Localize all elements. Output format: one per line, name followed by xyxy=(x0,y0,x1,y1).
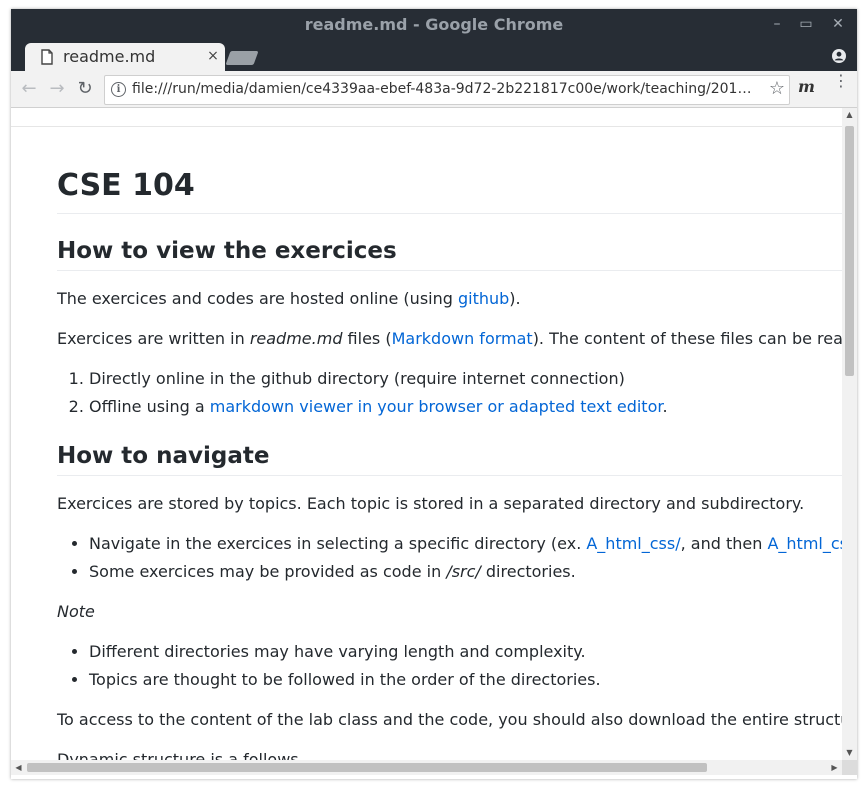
paragraph-hosting: The exercices and codes are hosted onlin… xyxy=(57,287,842,311)
tab-close-icon[interactable]: × xyxy=(205,48,221,64)
menu-icon[interactable]: ⋮ xyxy=(833,73,849,89)
star-icon[interactable]: ☆ xyxy=(769,78,785,99)
markdown-body: CSE 104 How to view the exercices The ex… xyxy=(57,168,842,760)
html-css-link[interactable]: A_html_css/ xyxy=(586,534,680,553)
note-label: Note xyxy=(57,600,842,624)
tab-readme[interactable]: readme.md × xyxy=(25,43,225,71)
minimize-button[interactable]: – xyxy=(768,15,786,33)
url-text[interactable]: file:///run/media/damien/ce4339aa-ebef-4… xyxy=(132,81,757,97)
new-tab-button[interactable] xyxy=(225,51,259,65)
text: The exercices and codes are hosted onlin… xyxy=(57,289,458,308)
forward-button[interactable]: → xyxy=(47,79,67,99)
markdown-format-link[interactable]: Markdown format xyxy=(392,329,533,348)
text: . xyxy=(662,397,668,416)
text: Navigate in the exercices in selecting a… xyxy=(89,534,587,553)
scroll-right-icon[interactable]: ▶ xyxy=(827,763,842,772)
divider xyxy=(11,126,842,127)
list-item: Directly online in the github directory … xyxy=(89,367,842,391)
maximize-button[interactable]: ▭ xyxy=(797,15,815,33)
vertical-scroll-thumb[interactable] xyxy=(845,126,854,376)
horizontal-scrollbar[interactable]: ◀ ▶ xyxy=(11,760,842,775)
text: , and then xyxy=(680,534,768,553)
browser-toolbar: ← → ↻ i file:///run/media/damien/ce4339a… xyxy=(11,71,857,108)
bullet-list: Navigate in the exercices in selecting a… xyxy=(57,532,842,584)
text: files ( xyxy=(342,329,392,348)
ordered-list: Directly online in the github directory … xyxy=(57,367,842,419)
scrollbar-corner xyxy=(842,760,857,775)
profile-icon[interactable] xyxy=(831,48,847,68)
browser-window: readme.md - Google Chrome – ▭ ✕ readme.m… xyxy=(11,9,857,779)
list-item: Navigate in the exercices in selecting a… xyxy=(89,532,842,556)
tab-title: readme.md xyxy=(63,47,156,66)
horizontal-scroll-thumb[interactable] xyxy=(27,763,707,772)
list-item: Some exercices may be provided as code i… xyxy=(89,560,842,584)
emphasis: readme.md xyxy=(249,329,343,348)
file-icon xyxy=(41,49,53,69)
page-title: CSE 104 xyxy=(57,168,842,214)
list-item: Offline using a markdown viewer in your … xyxy=(89,395,842,419)
vertical-scrollbar[interactable]: ▲ ▼ xyxy=(842,108,857,760)
note-list: Different directories may have varying l… xyxy=(57,640,842,692)
scroll-left-icon[interactable]: ◀ xyxy=(11,763,26,772)
window-title: readme.md - Google Chrome xyxy=(304,15,564,34)
back-button[interactable]: ← xyxy=(19,79,39,99)
markdown-extension-icon[interactable]: m xyxy=(798,77,815,96)
page-content: CSE 104 How to view the exercices The ex… xyxy=(11,108,842,760)
section-heading-navigate: How to navigate xyxy=(57,443,842,476)
paragraph-cut: Dynamic structure is a follows xyxy=(57,750,299,760)
emphasis: Note xyxy=(57,602,95,621)
list-item: Different directories may have varying l… xyxy=(89,640,842,664)
markdown-viewer-link[interactable]: markdown viewer in your browser or adapt… xyxy=(210,397,663,416)
paragraph-format: Exercices are written in readme.md files… xyxy=(57,327,842,351)
paragraph-access: To access to the content of the lab clas… xyxy=(57,710,842,729)
title-bar: readme.md - Google Chrome – ▭ ✕ readme.m… xyxy=(11,9,857,71)
section-heading-view: How to view the exercices xyxy=(57,238,842,271)
close-window-button[interactable]: ✕ xyxy=(829,15,847,33)
reload-button[interactable]: ↻ xyxy=(75,79,95,99)
list-item: Topics are thought to be followed in the… xyxy=(89,668,842,692)
text: Exercices are written in xyxy=(57,329,250,348)
emphasis: /src/ xyxy=(446,562,481,581)
info-icon[interactable]: i xyxy=(111,82,126,97)
scroll-up-icon[interactable]: ▲ xyxy=(842,110,857,119)
text: ). The content of these files can be rea… xyxy=(532,329,842,348)
text: ). xyxy=(509,289,521,308)
github-link[interactable]: github xyxy=(458,289,509,308)
text: directories. xyxy=(480,562,576,581)
address-bar[interactable]: i file:///run/media/damien/ce4339aa-ebef… xyxy=(104,75,790,105)
text: Some exercices may be provided as code i… xyxy=(89,562,447,581)
text: Offline using a xyxy=(89,397,210,416)
html-css-01-link[interactable]: A_html_css/01_html xyxy=(767,534,842,553)
scroll-down-icon[interactable]: ▼ xyxy=(842,748,857,757)
paragraph-topics: Exercices are stored by topics. Each top… xyxy=(57,494,805,513)
